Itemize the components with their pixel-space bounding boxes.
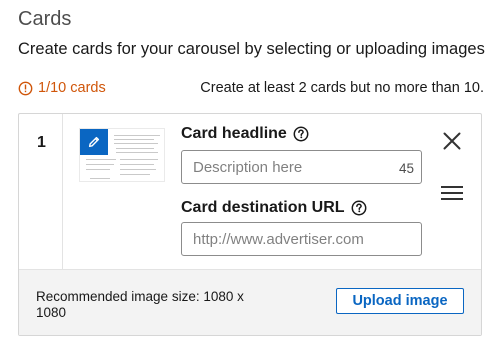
card-count: 1/10 cards [18, 80, 106, 96]
card-footer: Recommended image size: 1080 x 1080 Uplo… [19, 269, 481, 335]
headline-char-counter: 45 [399, 161, 415, 176]
recommended-size-text: Recommended image size: 1080 x 1080 [36, 289, 244, 320]
section-title: Cards [18, 8, 72, 30]
destination-url-label: Card destination URL [181, 199, 367, 217]
card-count-text: 1/10 cards [38, 80, 106, 96]
destination-url-label-text: Card destination URL [181, 199, 345, 216]
headline-label: Card headline [181, 125, 309, 143]
card-index-column: 1 [19, 114, 63, 269]
help-circle-icon[interactable] [351, 200, 367, 216]
pencil-icon [88, 136, 100, 148]
alert-circle-icon [18, 81, 33, 95]
drag-handle[interactable] [440, 184, 464, 202]
card-image-thumbnail[interactable] [79, 128, 165, 182]
card-count-row: 1/10 cards Create at least 2 cards but n… [18, 80, 484, 100]
remove-card-button[interactable] [439, 128, 465, 154]
card-limit-hint: Create at least 2 cards but no more than… [200, 80, 484, 96]
carousel-card: 1 Card headline 45 Card dest [18, 113, 482, 336]
help-circle-icon[interactable] [293, 126, 309, 142]
close-icon [443, 132, 461, 150]
section-subtitle: Create cards for your carousel by select… [18, 40, 485, 58]
card-index-number: 1 [37, 134, 46, 151]
headline-input[interactable] [181, 150, 422, 184]
upload-image-button[interactable]: Upload image [336, 288, 464, 314]
edit-image-button[interactable] [80, 129, 108, 155]
headline-label-text: Card headline [181, 125, 287, 142]
destination-url-input[interactable] [181, 222, 422, 256]
drag-handle-icon [441, 186, 463, 200]
